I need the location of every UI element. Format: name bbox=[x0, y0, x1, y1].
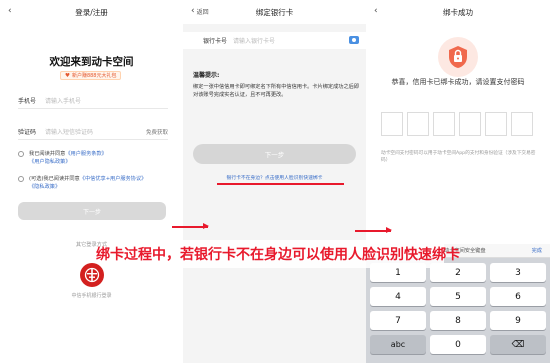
pin-digit-box[interactable] bbox=[511, 112, 533, 136]
chevron-left-icon: ‹ bbox=[191, 6, 195, 16]
bank-login-caption: 中信手机银行登录 bbox=[71, 293, 112, 299]
camera-icon[interactable] bbox=[349, 36, 359, 44]
optional-radio[interactable] bbox=[18, 176, 24, 182]
phone-label: 手机号 bbox=[18, 98, 37, 105]
optional-link[interactable]: 《中信优享+用户服务协议》 bbox=[80, 176, 147, 182]
citic-bank-logo-icon[interactable] bbox=[80, 263, 104, 287]
welcome-heading: 欢迎来到动卡空间 bbox=[49, 56, 134, 68]
code-label: 验证码 bbox=[18, 129, 37, 136]
card-input[interactable]: 请输入银行卡号 bbox=[233, 36, 366, 45]
bind-navbar: ‹ 返回 绑定银行卡 bbox=[183, 0, 366, 24]
key-abc[interactable]: abc bbox=[370, 335, 426, 354]
terms-text: 我已阅读并同意 bbox=[29, 151, 66, 157]
gift-icon: ♥ bbox=[65, 72, 70, 79]
pin-digit-box[interactable] bbox=[381, 112, 403, 136]
pin-digit-box[interactable] bbox=[433, 112, 455, 136]
key-3[interactable]: 3 bbox=[490, 263, 546, 282]
arrow-right-icon bbox=[355, 227, 392, 233]
lock-shield-icon bbox=[438, 37, 478, 77]
phone-field[interactable]: 手机号 请输入手机号 bbox=[18, 93, 168, 109]
bind-next-button[interactable]: 下一步 bbox=[193, 144, 356, 164]
get-code-button[interactable]: 免费获取 bbox=[146, 128, 168, 136]
back-label: 返回 bbox=[196, 8, 209, 16]
key-9[interactable]: 9 bbox=[490, 311, 546, 330]
success-message: 恭喜，信用卡已绑卡成功，请设置支付密码 bbox=[391, 78, 525, 86]
privacy-link[interactable]: 《用户隐私政策》 bbox=[29, 159, 71, 165]
promo-badge[interactable]: ♥ 新户赚888元大礼包 bbox=[60, 71, 122, 80]
page-title: 绑卡成功 bbox=[443, 7, 473, 17]
key-0[interactable]: 0 bbox=[430, 335, 486, 354]
backspace-key-icon[interactable]: ⌫ bbox=[490, 335, 546, 354]
keyboard-done-button[interactable]: 完成 bbox=[532, 247, 542, 254]
card-label: 银行卡号 bbox=[203, 38, 228, 45]
optional-privacy-link[interactable]: 《隐私政策》 bbox=[29, 184, 60, 190]
success-navbar: ‹ 绑卡成功 bbox=[366, 0, 550, 24]
terms-radio[interactable] bbox=[18, 151, 24, 157]
tip-text: 绑定一张中信信用卡即可绑定名下所有中信信用卡。卡片绑定成功之后即对该账号完成实名… bbox=[193, 84, 360, 98]
arrow-right-icon bbox=[172, 223, 209, 229]
back-button[interactable]: ‹ 返回 bbox=[191, 6, 209, 16]
optional-text: (可选)我已阅读并同意 bbox=[29, 176, 80, 182]
code-input[interactable]: 请输入短信验证码 bbox=[45, 127, 146, 136]
card-number-field[interactable]: 银行卡号 请输入银行卡号 bbox=[183, 32, 366, 49]
login-navbar: ‹ 登录/注册 bbox=[0, 0, 183, 24]
annotation-banner: 绑卡过程中，若银行卡不在身边可以使用人脸识别快速绑卡 bbox=[96, 240, 460, 268]
pin-digit-box[interactable] bbox=[459, 112, 481, 136]
password-hint: 动卡空间支付密码可以用于动卡空间App的支付和身份验证（涉及下交易密码） bbox=[381, 151, 536, 163]
page-title: 绑定银行卡 bbox=[255, 7, 294, 17]
back-chevron-icon[interactable]: ‹ bbox=[8, 6, 12, 16]
login-next-button[interactable]: 下一步 bbox=[18, 202, 166, 220]
key-5[interactable]: 5 bbox=[430, 287, 486, 306]
login-screen: ‹ 登录/注册 欢迎来到动卡空间 ♥ 新户赚888元大礼包 手机号 请输入手机号 … bbox=[0, 0, 183, 363]
pin-digit-box[interactable] bbox=[485, 112, 507, 136]
tip-title: 温馨提示: bbox=[193, 72, 220, 79]
page-title: 登录/注册 bbox=[75, 7, 108, 17]
key-8[interactable]: 8 bbox=[430, 311, 486, 330]
terms-link[interactable]: 《用户服务条款》 bbox=[65, 151, 107, 157]
phone-input[interactable]: 请输入手机号 bbox=[45, 96, 168, 105]
agreement-terms: 我已阅读并同意《用户服务条款》《用户隐私政策》 bbox=[18, 150, 168, 166]
pin-digit-box[interactable] bbox=[407, 112, 429, 136]
highlight-underline bbox=[217, 183, 344, 185]
back-chevron-icon[interactable]: ‹ bbox=[374, 6, 378, 16]
agreement-optional: (可选)我已阅读并同意《中信优享+用户服务协议》《隐私政策》 bbox=[18, 175, 168, 191]
secure-keyboard: 1 2 3 4 5 6 7 8 9 abc 0 ⌫ bbox=[366, 258, 550, 363]
promo-label: 新户赚888元大礼包 bbox=[71, 73, 117, 79]
key-7[interactable]: 7 bbox=[370, 311, 426, 330]
face-recognition-link[interactable]: 银行卡不在身边？点击使用人脸识别快速绑卡 bbox=[183, 174, 366, 181]
key-6[interactable]: 6 bbox=[490, 287, 546, 306]
code-field[interactable]: 验证码 请输入短信验证码 免费获取 bbox=[18, 124, 168, 140]
key-4[interactable]: 4 bbox=[370, 287, 426, 306]
bind-card-screen: ‹ 返回 绑定银行卡 银行卡号 请输入银行卡号 温馨提示: 绑定一张中信信用卡即可… bbox=[183, 0, 366, 363]
